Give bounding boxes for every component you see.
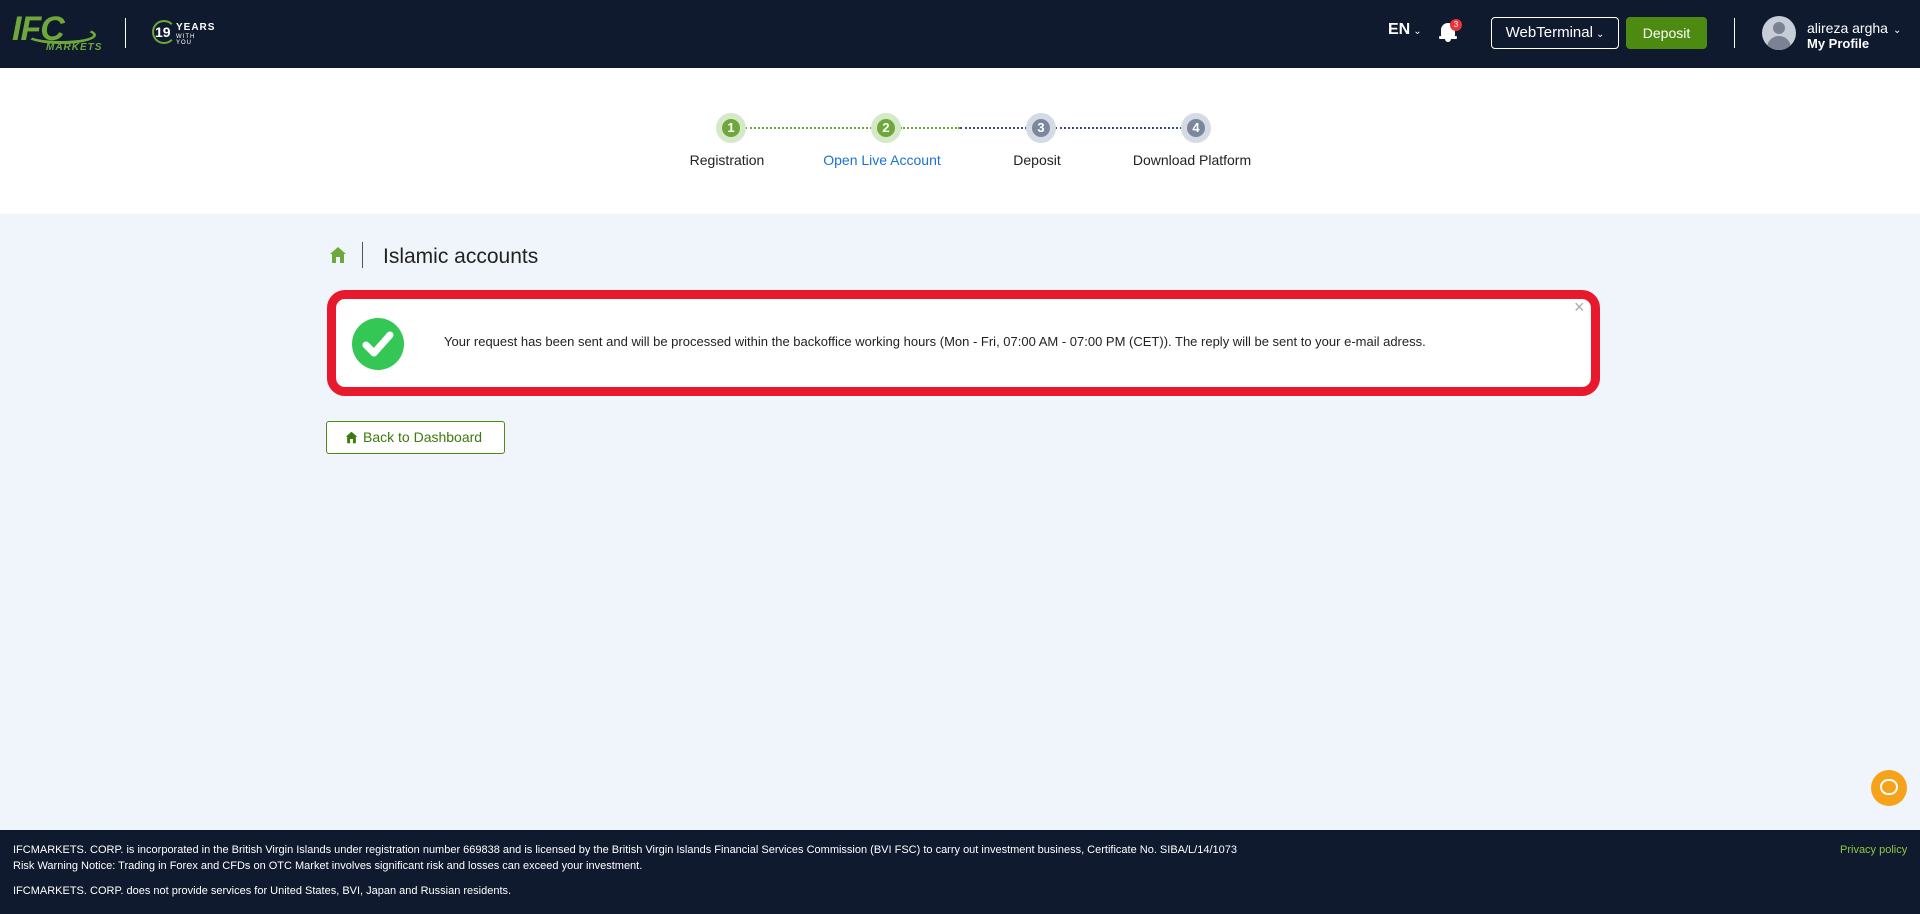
webterminal-button[interactable]: WebTerminal ⌄ [1491,17,1619,49]
years-badge: 19 YEARS WITH YOU [152,20,216,48]
title-divider [362,242,363,268]
home-icon[interactable] [329,246,347,264]
onboarding-stepper: 1 2 3 4 Registration Open Live Account D… [0,68,1920,214]
years-number: 19 [155,24,171,40]
step-connector [960,127,1027,129]
step-connector [900,127,960,129]
step-2-circle: 2 [871,113,901,143]
step-connector [1055,127,1182,129]
footer: IFCMARKETS. CORP. is incorporated in the… [0,830,1920,914]
avatar-body [1767,36,1791,50]
chevron-down-icon: ⌄ [1595,29,1605,40]
back-to-dashboard-button[interactable]: Back to Dashboard [326,421,505,454]
alert-message: Your request has been sent and will be p… [444,334,1426,349]
chevron-down-icon: ⌄ [1413,26,1422,37]
step-1-circle: 1 [716,113,746,143]
years-sub: WITH YOU [176,34,196,46]
check-circle-icon [352,318,404,370]
step-3-label: Deposit [1013,152,1061,168]
footer-risk-warning: Risk Warning Notice: Trading in Forex an… [13,860,643,872]
avatar-head [1773,22,1785,34]
user-name: alireza argha [1807,20,1888,36]
avatar[interactable] [1762,16,1796,50]
webterminal-label: WebTerminal [1505,24,1593,41]
chevron-down-icon: ⌄ [1892,25,1902,36]
my-profile-link[interactable]: My Profile [1807,36,1869,51]
step-4-number: 4 [1187,119,1205,137]
step-4-label: Download Platform [1132,152,1252,168]
header-divider [125,18,126,48]
years-label: YEARS [176,22,216,33]
home-icon [345,431,358,444]
chat-widget-button[interactable] [1871,770,1907,806]
step-1-number: 1 [722,119,740,137]
user-menu[interactable]: alireza argha ⌄ [1807,20,1901,36]
checkmark-icon [362,331,394,357]
notification-badge: 3 [1450,19,1462,31]
step-2-number: 2 [877,119,895,137]
step-1-label: Registration [689,152,765,168]
step-3-number: 3 [1032,119,1050,137]
header-divider [1734,18,1735,48]
privacy-policy-link[interactable]: Privacy policy [1840,844,1907,856]
close-icon[interactable]: × [1574,297,1585,318]
back-to-dashboard-label: Back to Dashboard [363,429,483,445]
step-connector [745,127,872,129]
chat-bubble-icon [1880,779,1898,795]
step-4-circle: 4 [1181,113,1211,143]
top-header: IFC MARKETS 19 YEARS WITH YOU EN ⌄ 3 WebT… [0,0,1920,68]
language-selector[interactable]: EN ⌄ [1388,21,1422,39]
notifications-button[interactable]: 3 [1438,19,1462,44]
footer-service-notice: IFCMARKETS. CORP. does not provide servi… [13,885,512,897]
bell-icon-clapper [1445,39,1451,42]
logo-sub: MARKETS [46,42,103,53]
success-alert: Your request has been sent and will be p… [327,290,1600,396]
header-deposit-button[interactable]: Deposit [1626,17,1707,49]
page-title: Islamic accounts [383,245,539,268]
step-3-circle: 3 [1026,113,1056,143]
step-2-label: Open Live Account [823,152,941,168]
logo-text: IFC [12,10,65,48]
footer-legal-text: IFCMARKETS. CORP. is incorporated in the… [13,844,1237,856]
ifc-markets-logo[interactable]: IFC MARKETS [12,12,102,54]
language-code: EN [1388,21,1411,38]
